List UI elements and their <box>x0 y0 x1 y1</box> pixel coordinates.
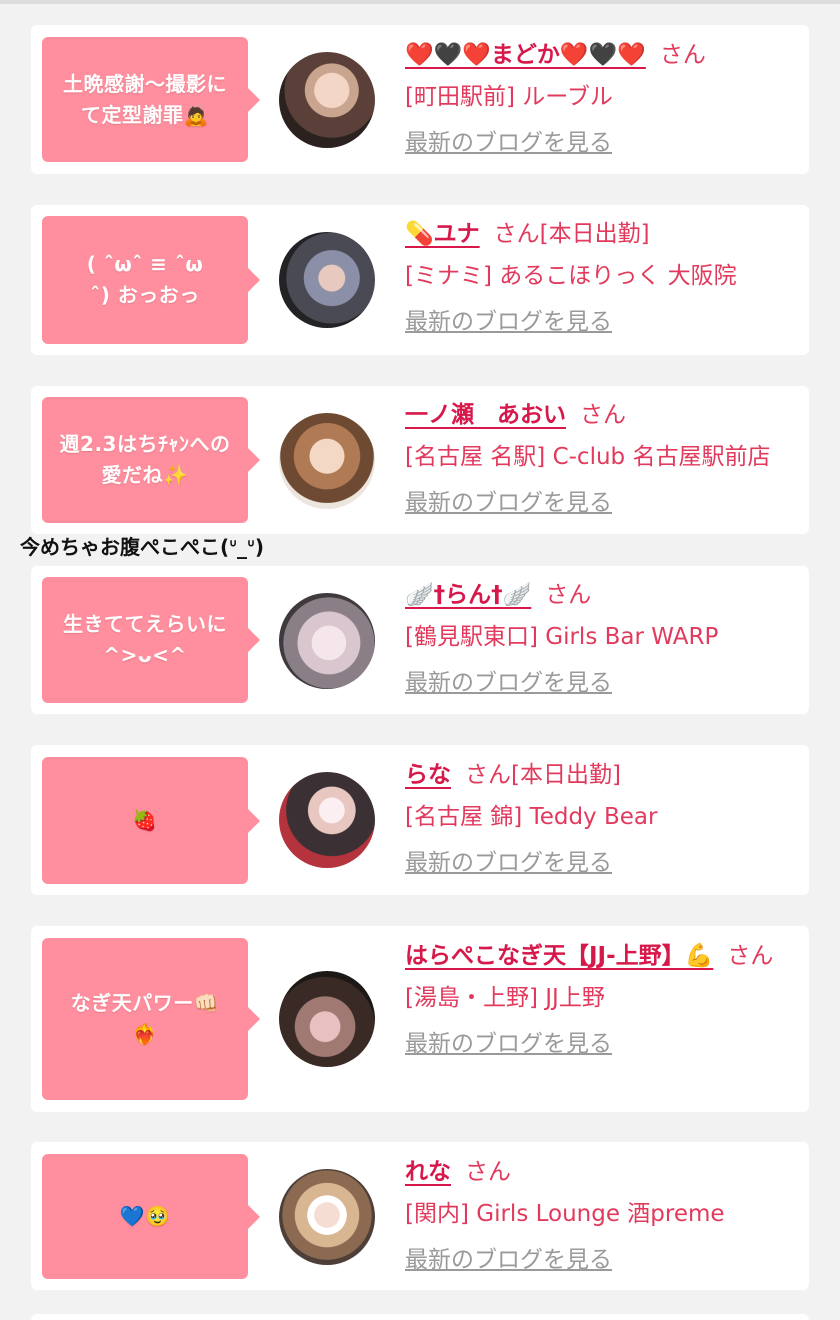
next-card-partial <box>31 1314 809 1320</box>
cast-name-link[interactable]: 💊ユナ <box>405 221 480 247</box>
avatar[interactable] <box>279 593 375 689</box>
message-bubble: なぎ天パワー👊🏻 ❤️‍🔥 <box>42 938 260 1100</box>
message-bubble: ( ˆωˆ ≡ ˆω ˆ) おっおっ <box>42 216 260 344</box>
cast-name-link[interactable]: はらぺこなぎ天【JJ-上野】💪 <box>405 943 713 969</box>
latest-blog-link[interactable]: 最新のブログを見る <box>405 1026 793 1062</box>
message-bubble: 💙🥹 <box>42 1154 260 1279</box>
avatar[interactable] <box>279 52 375 148</box>
avatar[interactable] <box>279 232 375 328</box>
cast-name-link[interactable]: 一ノ瀬 あおい <box>405 402 566 428</box>
status-text: [本日出勤] <box>539 221 650 247</box>
honorific: さん <box>659 42 706 68</box>
avatar[interactable] <box>279 413 375 509</box>
cast-name-link[interactable]: れな <box>405 1159 451 1185</box>
honorific: さん <box>465 1159 511 1185</box>
shop-info: [鶴見駅東口] Girls Bar WARP <box>405 624 719 650</box>
message-bubble: 🍓 <box>42 757 260 884</box>
latest-blog-link[interactable]: 最新のブログを見る <box>405 845 793 881</box>
latest-blog-link[interactable]: 最新のブログを見る <box>405 125 793 161</box>
floating-status-text: 今めちゃお腹ぺこぺこ(ᐡ_ᐡ) <box>20 535 265 559</box>
avatar[interactable] <box>279 772 375 868</box>
message-bubble: 土晩感謝〜撮影に て定型謝罪🙇 <box>42 37 260 162</box>
shop-info: [ミナミ] あるこほりっく 大阪院 <box>405 263 737 289</box>
shop-info: [名古屋 錦] Teddy Bear <box>405 804 658 830</box>
message-bubble: 生きててえらいに ^>ᴗ<^ <box>42 577 260 703</box>
message-bubble: 週2.3はちﾁｬﾝへの 愛だね✨ <box>42 397 260 523</box>
honorific: さん <box>580 402 626 428</box>
shop-info: [町田駅前] ルーブル <box>405 84 613 110</box>
blog-card[interactable]: 週2.3はちﾁｬﾝへの 愛だね✨ 一ノ瀬 あおい さん [名古屋 名駅] C-cl… <box>31 386 809 534</box>
latest-blog-link[interactable]: 最新のブログを見る <box>405 1242 793 1278</box>
blog-card[interactable]: なぎ天パワー👊🏻 ❤️‍🔥 はらぺこなぎ天【JJ-上野】💪 さん [湯島・上野] … <box>31 926 809 1112</box>
shop-info: [名古屋 名駅] C-club 名古屋駅前店 <box>405 444 771 470</box>
avatar[interactable] <box>279 971 375 1067</box>
honorific: さん <box>727 943 774 969</box>
blog-card[interactable]: ( ˆωˆ ≡ ˆω ˆ) おっおっ 💊ユナ さん[本日出勤] [ミナミ] あるこ… <box>31 205 809 355</box>
honorific: さん <box>465 762 511 788</box>
blog-card[interactable]: 土晩感謝〜撮影に て定型謝罪🙇 ❤️🖤❤️まどか❤️🖤❤️ さん [町田駅前] ル… <box>31 25 809 174</box>
latest-blog-link[interactable]: 最新のブログを見る <box>405 485 793 521</box>
status-text: [本日出勤] <box>511 762 621 788</box>
avatar[interactable] <box>279 1169 375 1265</box>
blog-card[interactable]: 💙🥹 れな さん [関内] Girls Lounge 酒preme 最新のブログを… <box>31 1142 809 1290</box>
blog-card[interactable]: 🍓 らな さん[本日出勤] [名古屋 錦] Teddy Bear 最新のブログを見… <box>31 745 809 895</box>
honorific: さん <box>545 582 592 608</box>
shop-info: [関内] Girls Lounge 酒preme <box>405 1201 725 1227</box>
latest-blog-link[interactable]: 最新のブログを見る <box>405 665 793 701</box>
cast-name-link[interactable]: 🪽†らん†🪽 <box>405 582 531 608</box>
cast-name-link[interactable]: ❤️🖤❤️まどか❤️🖤❤️ <box>405 42 646 68</box>
cast-name-link[interactable]: らな <box>405 762 451 788</box>
blog-card[interactable]: 生きててえらいに ^>ᴗ<^ 🪽†らん†🪽 さん [鶴見駅東口] Girls Ba… <box>31 566 809 714</box>
shop-info: [湯島・上野] JJ上野 <box>405 985 605 1011</box>
latest-blog-link[interactable]: 最新のブログを見る <box>405 304 793 340</box>
honorific: さん <box>493 221 540 247</box>
